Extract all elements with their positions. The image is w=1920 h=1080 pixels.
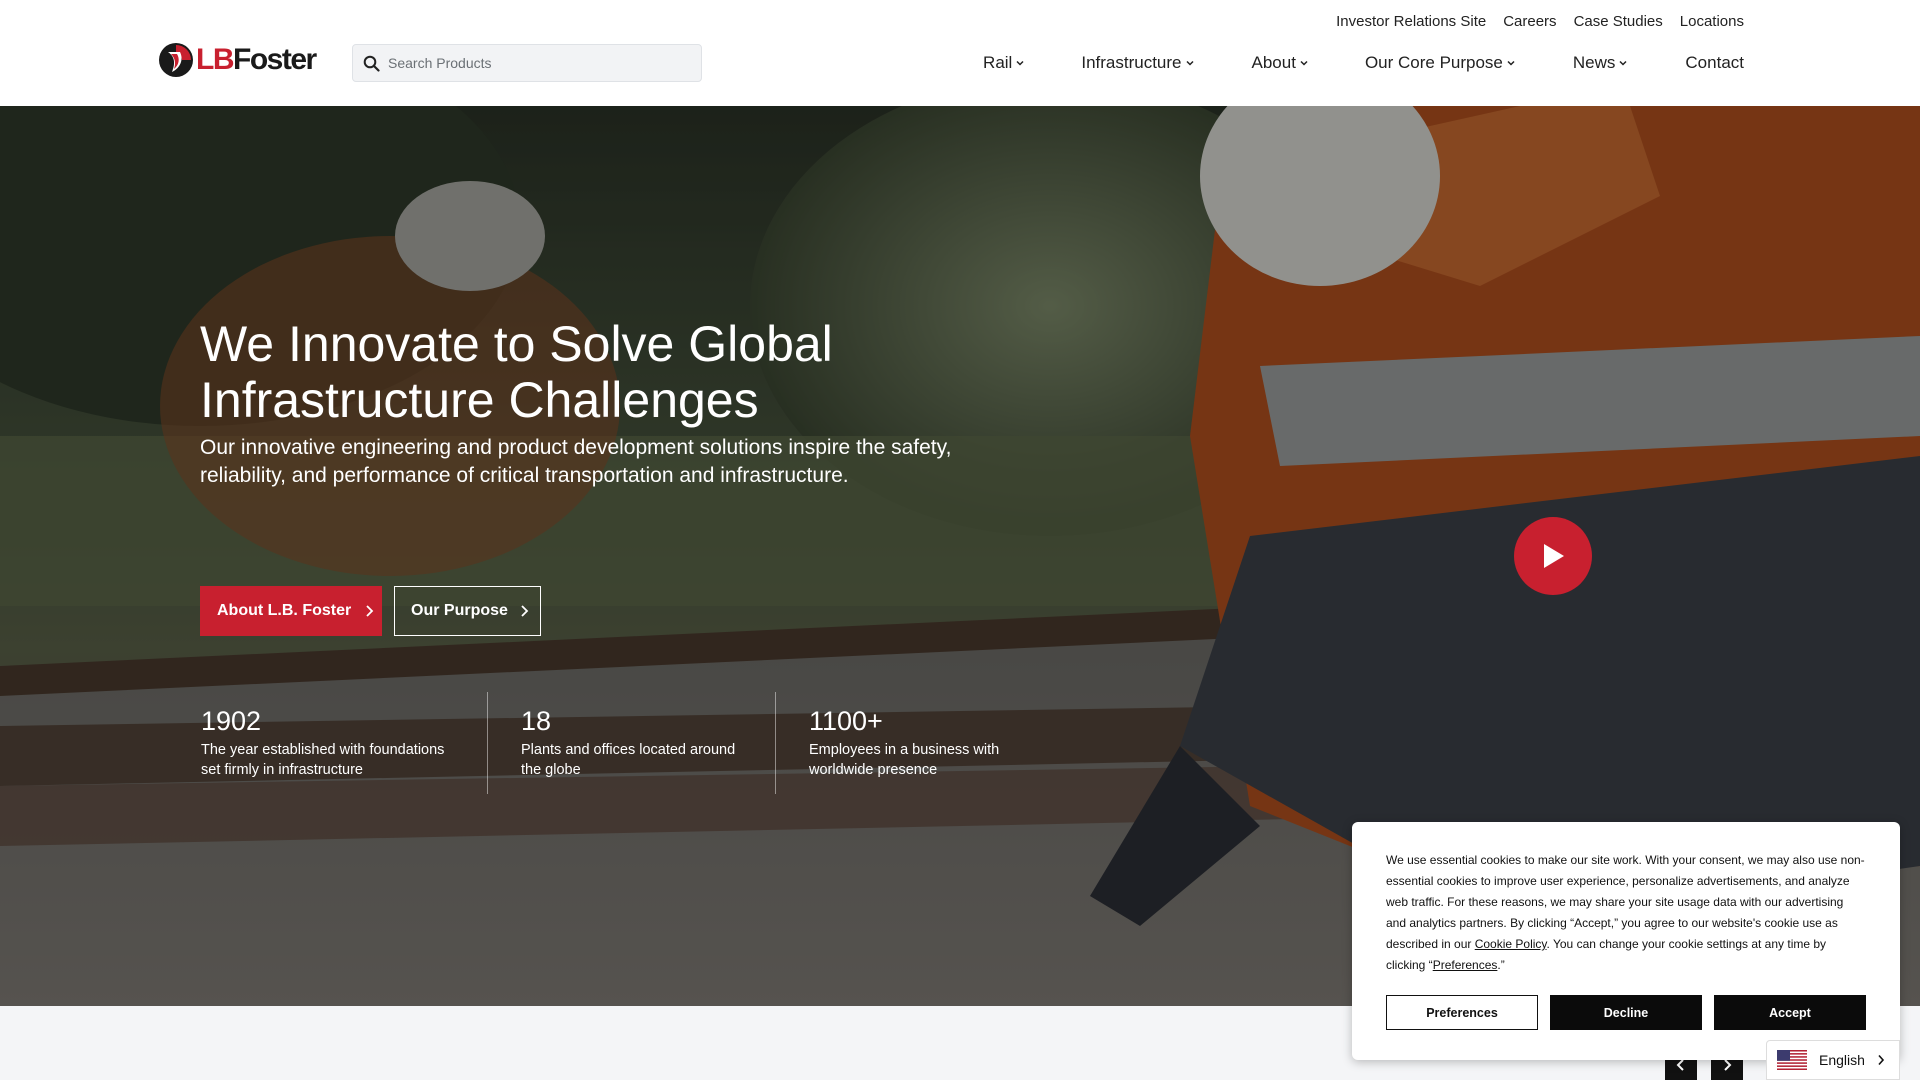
site-header: LBFoster Investor Relations Site Careers…	[0, 0, 1920, 106]
chevron-right-icon	[521, 605, 529, 617]
cookie-text: We use essential cookies to make our sit…	[1386, 853, 1865, 972]
cookie-decline-button[interactable]: Decline	[1550, 995, 1702, 1030]
language-selector[interactable]: English	[1766, 1040, 1900, 1080]
us-flag-icon	[1777, 1050, 1807, 1070]
utility-link-investor-relations[interactable]: Investor Relations Site	[1336, 13, 1486, 30]
hero-title: We Innovate to Solve Global Infrastructu…	[200, 316, 833, 428]
site-logo[interactable]: LBFoster	[158, 42, 317, 78]
chevron-down-icon	[1016, 60, 1024, 66]
nav-item-our-core-purpose[interactable]: Our Core Purpose	[1365, 53, 1515, 73]
stat-description: Employees in a business with worldwide p…	[809, 742, 1000, 778]
nav-label: Rail	[983, 53, 1013, 72]
stat-divider	[487, 692, 488, 794]
chevron-down-icon	[1185, 60, 1194, 66]
button-label: About L.B. Foster	[217, 602, 352, 619]
logo-wordmark: LBFoster	[196, 43, 317, 76]
stat-divider	[775, 692, 776, 794]
main-nav: Rail Infrastructure About Our Core Purpo…	[983, 53, 1744, 73]
button-label: Our Purpose	[411, 602, 508, 619]
nav-item-contact[interactable]: Contact	[1685, 53, 1744, 73]
our-purpose-button[interactable]: Our Purpose	[394, 586, 541, 636]
cookie-policy-link[interactable]: Cookie Policy	[1475, 937, 1547, 951]
stat-number: 1100+	[809, 706, 883, 736]
cookie-accept-button[interactable]: Accept	[1714, 995, 1866, 1030]
nav-label: About	[1251, 53, 1296, 72]
play-icon	[1544, 544, 1564, 568]
stat-number: 18	[521, 706, 552, 736]
chevron-right-icon	[366, 605, 374, 617]
chevron-right-icon	[1878, 1054, 1884, 1066]
language-label: English	[1819, 1052, 1865, 1068]
stat-number: 1902	[201, 706, 262, 736]
nav-label: Our Core Purpose	[1364, 53, 1503, 72]
utility-link-case-studies[interactable]: Case Studies	[1574, 13, 1663, 30]
nav-item-infrastructure[interactable]: Infrastructure	[1081, 53, 1194, 73]
utility-link-locations[interactable]: Locations	[1680, 13, 1744, 30]
lbfoster-logo-icon	[159, 43, 193, 77]
stat-description: Plants and offices located around the gl…	[521, 742, 736, 778]
nav-item-news[interactable]: News	[1573, 53, 1628, 73]
chevron-down-icon	[1619, 60, 1627, 66]
chevron-down-icon	[1300, 60, 1308, 66]
cookie-buttons: Preferences Decline Accept	[1386, 995, 1866, 1030]
cookie-consent-banner: We use essential cookies to make our sit…	[1352, 822, 1900, 1060]
nav-label: Contact	[1685, 53, 1744, 72]
nav-label: Infrastructure	[1081, 53, 1182, 72]
hero-subtitle: Our innovative engineering and product d…	[200, 436, 952, 487]
utility-link-careers[interactable]: Careers	[1503, 13, 1556, 30]
chevron-down-icon	[1507, 60, 1515, 66]
stat-year-established: 1902 The year established with foundatio…	[201, 706, 451, 780]
search-icon	[363, 55, 380, 72]
search-input[interactable]	[388, 55, 678, 71]
preferences-link[interactable]: Preferences	[1433, 958, 1498, 972]
stat-plants-offices: 18 Plants and offices located around the…	[521, 706, 741, 780]
stat-employees: 1100+ Employees in a business with world…	[809, 706, 1009, 780]
nav-item-about[interactable]: About	[1252, 53, 1308, 73]
cookie-preferences-button[interactable]: Preferences	[1386, 995, 1538, 1030]
utility-nav: Investor Relations Site Careers Case Stu…	[1336, 13, 1744, 30]
nav-item-rail[interactable]: Rail	[983, 53, 1024, 73]
nav-label: News	[1572, 53, 1616, 72]
about-lbfoster-button[interactable]: About L.B. Foster	[200, 586, 382, 636]
play-video-button[interactable]	[1514, 517, 1592, 595]
search-box[interactable]	[352, 44, 702, 82]
stat-description: The year established with foundations se…	[201, 742, 445, 778]
